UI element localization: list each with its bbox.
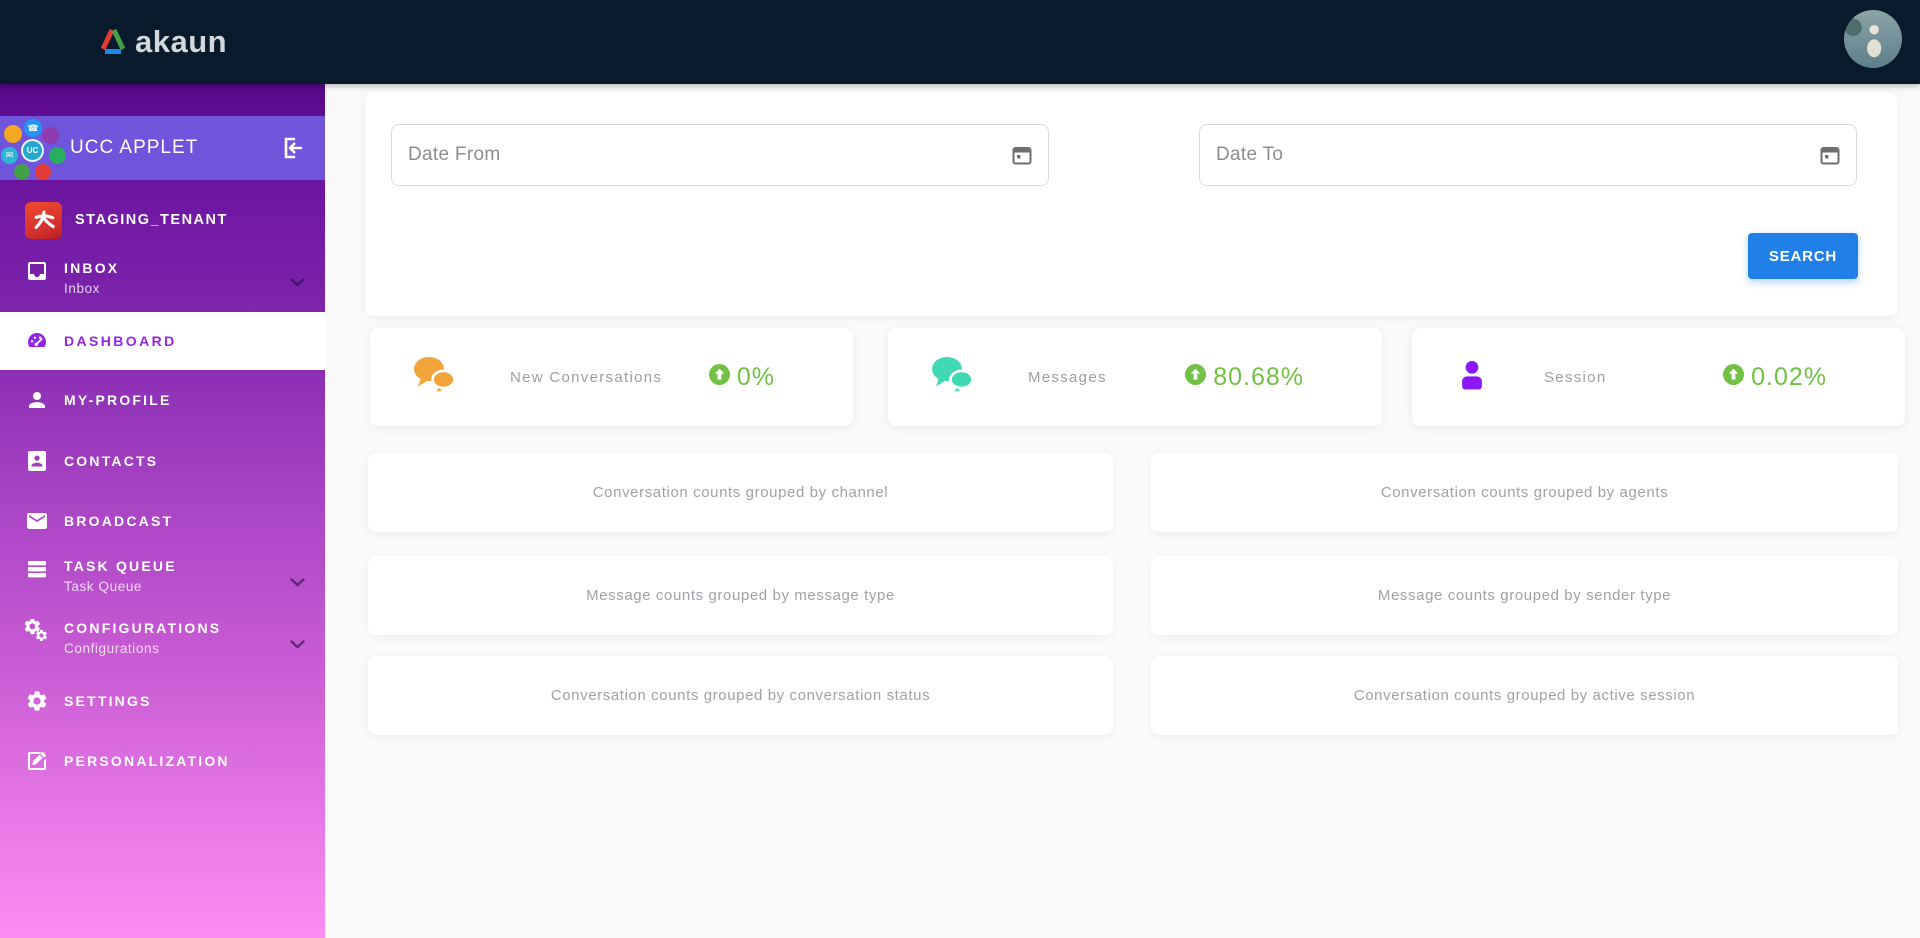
person-icon bbox=[25, 388, 49, 412]
stat-value: 0.02% bbox=[1723, 363, 1827, 392]
exit-applet-icon[interactable] bbox=[277, 134, 305, 167]
person-icon bbox=[1452, 355, 1492, 400]
sidebar-item-dashboard[interactable]: DASHBOARD bbox=[0, 312, 325, 370]
sidebar-item-task-queue[interactable]: TASK QUEUE Task Queue bbox=[0, 554, 325, 606]
date-filter-panel: SEARCH bbox=[365, 92, 1897, 316]
brand-logo: akaun bbox=[98, 0, 227, 84]
date-to-field bbox=[1199, 124, 1857, 186]
date-from-field bbox=[391, 124, 1049, 186]
chevron-down-icon bbox=[290, 274, 305, 292]
edit-square-icon bbox=[25, 749, 49, 773]
search-button[interactable]: SEARCH bbox=[1748, 233, 1858, 279]
main-content: SEARCH New Conversations 0% bbox=[325, 84, 1920, 938]
chart-placeholder-title: Conversation counts grouped by active se… bbox=[1354, 687, 1695, 704]
inbox-icon bbox=[25, 259, 49, 283]
gears-icon bbox=[25, 619, 49, 643]
dashboard-gauge-icon bbox=[25, 329, 49, 353]
sidebar-item-label: MY-PROFILE bbox=[64, 388, 172, 412]
date-from-input[interactable] bbox=[391, 124, 1049, 186]
chevron-down-icon bbox=[290, 574, 305, 592]
stat-label: Session bbox=[1544, 369, 1606, 386]
date-to-input[interactable] bbox=[1199, 124, 1857, 186]
sidebar-item-staging-tenant[interactable]: STAGING_TENANT bbox=[0, 198, 325, 242]
chart-placeholder-title: Conversation counts grouped by conversat… bbox=[551, 687, 930, 704]
sidebar-item-sublabel: Inbox bbox=[64, 281, 100, 296]
gear-icon bbox=[25, 689, 49, 713]
sidebar-item-contacts[interactable]: CONTACTS bbox=[0, 439, 325, 483]
sidebar-item-label: DASHBOARD bbox=[64, 329, 177, 353]
ucc-apps-cluster-icon: ☎ ✉ UC bbox=[1, 117, 65, 179]
sidebar-item-personalization[interactable]: PERSONALIZATION bbox=[0, 739, 325, 783]
chart-placeholder-active-session: Conversation counts grouped by active se… bbox=[1151, 656, 1898, 735]
top-navbar: akaun bbox=[0, 0, 1920, 84]
chart-placeholder-title: Message counts grouped by message type bbox=[586, 587, 895, 604]
chat-bubbles-icon bbox=[928, 354, 976, 401]
stat-label: New Conversations bbox=[510, 369, 662, 386]
sidebar-item-label: PERSONALIZATION bbox=[64, 749, 230, 773]
sidebar-item-settings[interactable]: SETTINGS bbox=[0, 679, 325, 723]
stat-label: Messages bbox=[1028, 369, 1107, 386]
sidebar-item-inbox[interactable]: INBOX Inbox bbox=[0, 256, 325, 304]
user-avatar[interactable] bbox=[1844, 10, 1902, 68]
sidebar-item-my-profile[interactable]: MY-PROFILE bbox=[0, 378, 325, 422]
envelope-icon bbox=[25, 509, 49, 533]
akaun-triangle-logo-icon bbox=[98, 25, 128, 60]
sidebar-item-label: BROADCAST bbox=[64, 509, 173, 533]
stat-card-session: Session 0.02% bbox=[1412, 328, 1905, 426]
trend-up-icon bbox=[1185, 363, 1206, 392]
sidebar-item-broadcast[interactable]: BROADCAST bbox=[0, 499, 325, 543]
sidebar-item-label: TASK QUEUE bbox=[64, 558, 177, 574]
chart-placeholder-channel: Conversation counts grouped by channel bbox=[368, 453, 1113, 532]
sidebar-item-ucc-applet[interactable]: ☎ ✉ UC UCC APPLET bbox=[0, 116, 325, 180]
stat-value: 0% bbox=[709, 363, 775, 392]
sidebar-item-label: CONFIGURATIONS bbox=[64, 620, 221, 636]
sidebar-item-sublabel: Configurations bbox=[64, 641, 159, 656]
trend-up-icon bbox=[1723, 363, 1744, 392]
chart-placeholder-title: Conversation counts grouped by channel bbox=[593, 484, 888, 501]
sidebar-item-label: INBOX bbox=[64, 260, 119, 276]
tenant-logo-icon bbox=[25, 202, 62, 239]
sidebar-item-label: CONTACTS bbox=[64, 449, 158, 473]
sidebar-item-sublabel: Task Queue bbox=[64, 579, 142, 594]
sidebar-item-label: SETTINGS bbox=[64, 689, 152, 713]
chart-placeholder-conversation-status: Conversation counts grouped by conversat… bbox=[368, 656, 1113, 735]
trend-up-icon bbox=[709, 363, 730, 392]
contacts-book-icon bbox=[25, 449, 49, 473]
sidebar-item-configurations[interactable]: CONFIGURATIONS Configurations bbox=[0, 616, 325, 668]
stat-value: 80.68% bbox=[1185, 363, 1304, 392]
chart-placeholder-sender-type: Message counts grouped by sender type bbox=[1151, 556, 1898, 635]
stat-card-messages: Messages 80.68% bbox=[888, 328, 1382, 426]
queue-stack-icon bbox=[25, 557, 49, 581]
chevron-down-icon bbox=[290, 636, 305, 654]
chart-placeholder-message-type: Message counts grouped by message type bbox=[368, 556, 1113, 635]
tenant-label: STAGING_TENANT bbox=[75, 212, 228, 228]
ucc-applet-label: UCC APPLET bbox=[70, 137, 198, 159]
stat-card-new-conversations: New Conversations 0% bbox=[370, 328, 853, 426]
brand-name: akaun bbox=[135, 24, 227, 60]
chart-placeholder-title: Message counts grouped by sender type bbox=[1378, 587, 1671, 604]
chart-placeholder-agents: Conversation counts grouped by agents bbox=[1151, 453, 1898, 532]
chart-placeholder-title: Conversation counts grouped by agents bbox=[1381, 484, 1668, 501]
sidebar: ☎ ✉ UC UCC APPLET STAGING_TENANT bbox=[0, 84, 325, 938]
chat-bubbles-icon bbox=[410, 354, 458, 401]
